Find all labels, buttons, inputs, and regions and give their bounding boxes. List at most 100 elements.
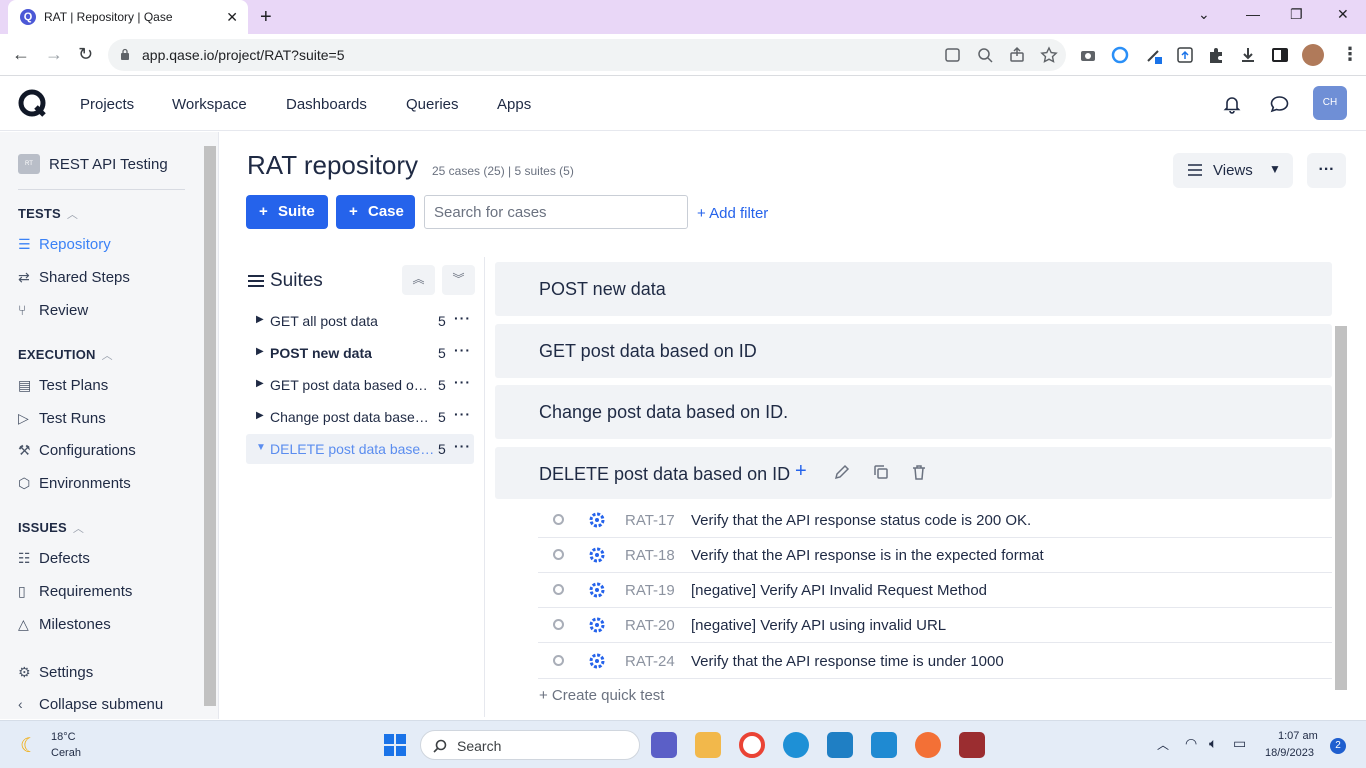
content-scrollbar[interactable] <box>1335 258 1347 698</box>
notification-badge[interactable]: 2 <box>1330 738 1346 754</box>
qase-logo-icon[interactable] <box>18 89 48 119</box>
extension-circle-icon[interactable] <box>1111 46 1129 64</box>
hamburger-icon[interactable] <box>247 274 265 288</box>
suite-header[interactable]: Change post data based on ID. <box>495 385 1332 439</box>
add-filter-link[interactable]: + Add filter <box>697 205 768 222</box>
download-icon[interactable] <box>1239 46 1257 64</box>
weather-moon-icon[interactable]: ☾ <box>20 733 38 758</box>
suite-menu-icon[interactable]: ··· <box>454 310 471 326</box>
suite-tree-item-selected[interactable]: ▼ DELETE post data based on ID 5 ··· <box>246 434 474 464</box>
nav-projects[interactable]: Projects <box>80 96 134 113</box>
winrar-icon[interactable] <box>959 732 985 758</box>
weather-temperature[interactable]: 18°C <box>51 731 76 743</box>
case-title[interactable]: [negative] Verify API using invalid URL <box>691 617 946 634</box>
suite-header[interactable]: POST new data <box>495 262 1332 316</box>
section-execution-header[interactable]: EXECUTION ︿ <box>18 347 113 363</box>
nav-apps[interactable]: Apps <box>497 96 531 113</box>
teams-chat-icon[interactable] <box>651 732 677 758</box>
chat-icon[interactable] <box>1269 94 1290 114</box>
minimize-icon[interactable]: — <box>1246 6 1260 22</box>
case-row[interactable]: RAT-24 Verify that the API response time… <box>538 644 1332 679</box>
battery-icon[interactable]: ▭ <box>1233 735 1246 752</box>
nav-queries[interactable]: Queries <box>406 96 459 113</box>
sidebar-scrollbar[interactable] <box>204 146 216 706</box>
tab-close-icon[interactable]: ✕ <box>226 9 238 26</box>
bookmark-star-icon[interactable] <box>1040 46 1058 64</box>
notepad-icon[interactable] <box>827 732 853 758</box>
profile-avatar[interactable] <box>1302 44 1324 66</box>
maximize-icon[interactable]: ❐ <box>1290 6 1303 23</box>
window-close-icon[interactable]: ✕ <box>1337 6 1349 23</box>
triangle-right-icon[interactable]: ▶ <box>256 410 264 421</box>
browser-menu-icon[interactable]: ⋮ <box>1341 44 1359 65</box>
sidebar-item-defects[interactable]: ☷ Defects <box>18 550 90 567</box>
panel-divider[interactable] <box>484 257 485 717</box>
expand-all-button[interactable]: ︾ <box>442 265 475 295</box>
zoom-icon[interactable] <box>976 46 994 64</box>
trash-icon[interactable] <box>910 463 928 481</box>
triangle-right-icon[interactable]: ▶ <box>256 346 264 357</box>
sidebar-item-settings[interactable]: ⚙ Settings <box>18 664 93 681</box>
section-tests-header[interactable]: TESTS ︿ <box>18 206 78 222</box>
sidebar-item-requirements[interactable]: ▯ Requirements <box>18 583 132 600</box>
tab-search-icon[interactable]: ⌄ <box>1198 6 1210 23</box>
taskbar-search[interactable]: Search <box>420 730 640 760</box>
puzzle-extensions-icon[interactable] <box>1207 46 1225 64</box>
upload-extension-icon[interactable] <box>1176 46 1194 64</box>
add-suite-button[interactable]: + Suite <box>246 195 328 229</box>
sidebar-item-configurations[interactable]: ⚒ Configurations <box>18 442 136 459</box>
case-row[interactable]: RAT-19 [negative] Verify API Invalid Req… <box>538 573 1332 608</box>
add-case-icon[interactable]: + <box>795 460 813 482</box>
file-explorer-icon[interactable] <box>695 732 721 758</box>
case-row[interactable]: RAT-18 Verify that the API response is i… <box>538 538 1332 573</box>
scrollbar-thumb[interactable] <box>1335 326 1347 690</box>
suite-tree-item[interactable]: ▶ Change post data based on ID. 5 ··· <box>246 402 474 432</box>
case-title[interactable]: [negative] Verify API Invalid Request Me… <box>691 582 987 599</box>
search-cases-input[interactable] <box>424 195 688 229</box>
sidebar-item-repository[interactable]: ☰ Repository <box>18 236 111 253</box>
triangle-right-icon[interactable]: ▶ <box>256 378 264 389</box>
forward-icon[interactable]: → <box>45 44 63 65</box>
sidebar-item-test-plans[interactable]: ▤ Test Plans <box>18 377 108 394</box>
reload-icon[interactable]: ↻ <box>78 44 93 65</box>
project-name[interactable]: REST API Testing <box>49 156 168 173</box>
nav-workspace[interactable]: Workspace <box>172 96 247 113</box>
chrome-icon[interactable] <box>739 732 765 758</box>
case-row[interactable]: RAT-20 [negative] Verify API using inval… <box>538 608 1332 643</box>
suite-header-active[interactable]: DELETE post data based on ID + <box>495 447 1332 499</box>
suite-menu-icon[interactable]: ··· <box>454 438 471 454</box>
collapse-submenu-button[interactable]: ‹ Collapse submenu <box>18 696 163 713</box>
suite-menu-icon[interactable]: ··· <box>454 406 471 422</box>
more-options-button[interactable]: ··· <box>1307 153 1346 188</box>
camera-icon[interactable] <box>1079 46 1097 64</box>
sidebar-item-environments[interactable]: ⬡ Environments <box>18 475 131 492</box>
edge-icon[interactable] <box>783 732 809 758</box>
suite-header[interactable]: GET post data based on ID <box>495 324 1332 378</box>
url-field[interactable]: app.qase.io/project/RAT?suite=5 <box>108 39 1066 71</box>
sidebar-item-shared-steps[interactable]: ⇄ Shared Steps <box>18 269 130 286</box>
nav-dashboards[interactable]: Dashboards <box>286 96 367 113</box>
sidebar-item-review[interactable]: ⑂ Review <box>18 302 88 319</box>
case-title[interactable]: Verify that the API response status code… <box>691 512 1031 529</box>
create-quick-test-link[interactable]: + Create quick test <box>539 687 664 704</box>
clock-time[interactable]: 1:07 am <box>1278 730 1318 742</box>
side-panel-icon[interactable] <box>1271 46 1289 64</box>
collapse-all-button[interactable]: ︽ <box>402 265 435 295</box>
new-tab-icon[interactable]: + <box>260 6 272 29</box>
postman-icon[interactable] <box>915 732 941 758</box>
share-icon[interactable] <box>1008 46 1026 64</box>
suite-tree-item[interactable]: ▶ GET all post data 5 ··· <box>246 306 474 336</box>
browser-tab[interactable]: Q RAT | Repository | Qase ✕ <box>8 0 248 34</box>
case-title[interactable]: Verify that the API response is in the e… <box>691 547 1044 564</box>
triangle-right-icon[interactable]: ▶ <box>256 314 264 325</box>
chevron-up-icon[interactable]: ︿ <box>1157 736 1169 753</box>
volume-icon[interactable]: 🔈︎ <box>1209 735 1217 752</box>
translate-icon[interactable] <box>944 46 962 64</box>
clock-date[interactable]: 18/9/2023 <box>1265 747 1314 759</box>
add-case-button[interactable]: + Case <box>336 195 415 229</box>
section-issues-header[interactable]: ISSUES ︿ <box>18 520 84 536</box>
sidebar-item-test-runs[interactable]: ▷ Test Runs <box>18 410 106 427</box>
copy-icon[interactable] <box>872 463 890 481</box>
suite-tree-item[interactable]: ▶ GET post data based on ID 5 ··· <box>246 370 474 400</box>
suite-tree-item[interactable]: ▶ POST new data 5 ··· <box>246 338 474 368</box>
